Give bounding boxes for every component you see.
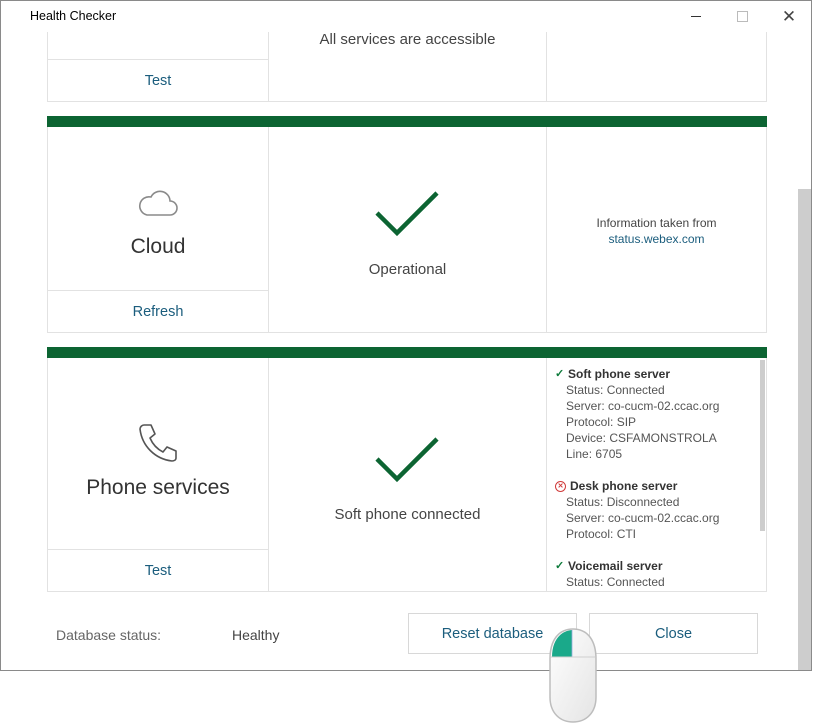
detail-line: Status: Connected	[566, 575, 665, 589]
status-webex-link[interactable]: status.webex.com	[608, 232, 704, 246]
minimize-icon	[691, 16, 701, 17]
top-status-text: All services are accessible	[319, 32, 496, 48]
cloud-info-column: Information taken from status.webex.com	[547, 127, 766, 332]
cloud-status-text: Operational	[368, 261, 447, 278]
cloud-icon	[138, 190, 178, 216]
close-icon: ✕	[781, 6, 797, 26]
cloud-status-bar	[47, 116, 767, 127]
close-window-button[interactable]: ✕	[766, 1, 811, 32]
detail-line: Server: co-cucm-02.ccac.org	[566, 399, 720, 413]
phone-status-column: Soft phone connected	[269, 358, 547, 591]
main-scrollbar[interactable]	[798, 32, 811, 670]
maximize-icon	[736, 11, 748, 22]
top-card-status-column: All services are accessible	[269, 32, 547, 101]
database-status-label: Database status:	[56, 627, 162, 643]
phone-details-list[interactable]: ✓ Soft phone server Status: Connected Ser…	[547, 358, 758, 591]
cloud-name-column: Cloud Refresh	[48, 127, 269, 332]
top-service-card: Test All services are accessible	[47, 32, 767, 102]
health-checker-window: Health Checker ✕ Test All services are a…	[0, 0, 812, 671]
checkmark-icon	[375, 437, 439, 483]
phone-services-card: Phone services Test Soft phone connected…	[47, 358, 767, 592]
cloud-info: Information taken from status.webex.com	[547, 215, 766, 247]
top-card-info-column	[547, 32, 766, 101]
ok-check-icon: ✓	[555, 560, 565, 572]
detail-line: Protocol: SIP	[566, 415, 637, 429]
phone-icon	[139, 424, 177, 462]
detail-line: Device: CSFAMONSTROLA	[566, 431, 717, 445]
desk-phone-server-block: ✕ Desk phone server Status: Disconnected …	[555, 478, 758, 542]
cloud-status-column: Operational	[269, 127, 547, 332]
detail-line: Protocol: CTI	[566, 527, 637, 541]
detail-line: Status: Connected	[566, 383, 665, 397]
cloud-info-prefix: Information taken from	[596, 216, 717, 230]
phone-details-column: ✓ Soft phone server Status: Connected Ser…	[547, 358, 766, 591]
phone-status-bar	[47, 347, 767, 358]
close-button[interactable]: Close	[589, 613, 758, 654]
cloud-card: Cloud Refresh Operational Information ta…	[47, 127, 767, 333]
title-bar: Health Checker ✕	[1, 1, 811, 32]
top-test-button[interactable]: Test	[48, 59, 268, 101]
detail-line: Server: co-cucm-02.ccac.org	[566, 511, 720, 525]
phone-status-text: Soft phone connected	[334, 506, 481, 523]
phone-name-column: Phone services Test	[48, 358, 269, 591]
phone-test-button[interactable]: Test	[48, 549, 268, 591]
ok-check-icon: ✓	[555, 368, 565, 380]
soft-phone-server-block: ✓ Soft phone server Status: Connected Ser…	[555, 366, 758, 462]
detail-line: Status: Disconnected	[566, 495, 680, 509]
details-scrollbar[interactable]	[760, 360, 765, 531]
main-scrollbar-thumb[interactable]	[798, 189, 811, 670]
error-x-icon: ✕	[555, 480, 566, 492]
window-title: Health Checker	[30, 9, 117, 23]
detail-title: Desk phone server	[570, 479, 678, 493]
footer: Database status: Healthy Reset database …	[1, 603, 798, 670]
phone-services-name: Phone services	[86, 476, 230, 499]
top-card-name-column: Test	[48, 32, 269, 101]
detail-title: Voicemail server	[568, 559, 663, 573]
mouse-icon	[549, 628, 597, 723]
maximize-button[interactable]	[719, 1, 765, 32]
detail-line: Line: 6705	[566, 447, 623, 461]
cloud-refresh-button[interactable]: Refresh	[48, 290, 268, 332]
database-status-value: Healthy	[232, 627, 280, 643]
cloud-name: Cloud	[130, 235, 186, 258]
checkmark-icon	[375, 191, 439, 237]
voicemail-server-block: ✓ Voicemail server Status: Connected	[555, 558, 758, 590]
detail-title: Soft phone server	[568, 367, 671, 381]
content-area: Test All services are accessible Cloud R…	[1, 32, 798, 670]
minimize-button[interactable]	[673, 1, 719, 32]
